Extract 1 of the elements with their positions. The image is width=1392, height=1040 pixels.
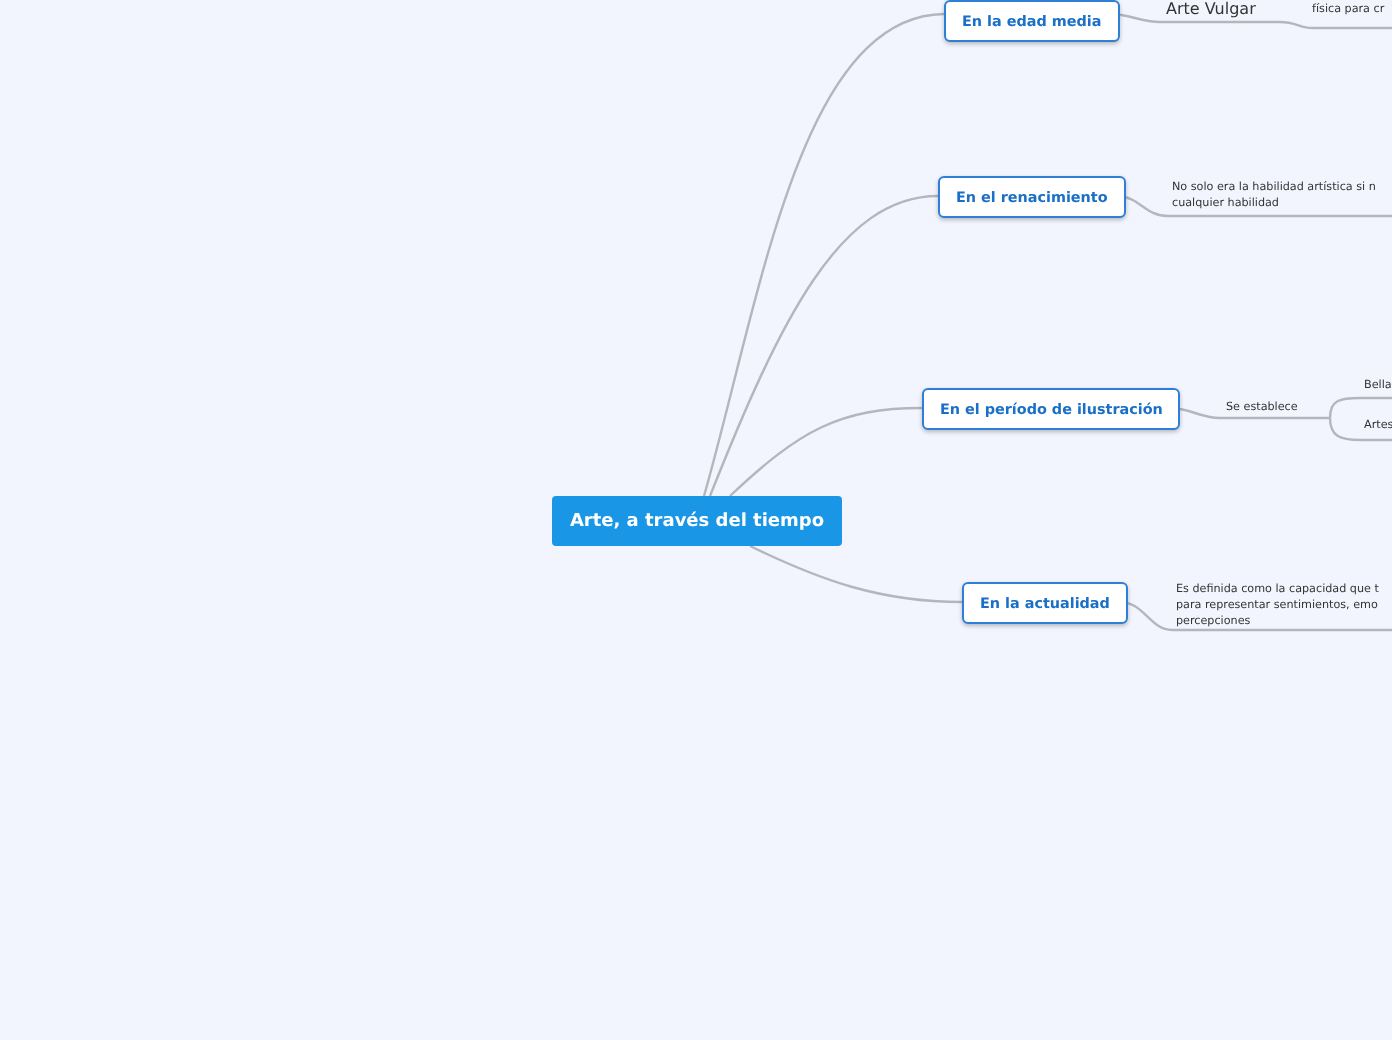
subtopic-text[interactable]: Arte Vulgar <box>1166 0 1256 18</box>
